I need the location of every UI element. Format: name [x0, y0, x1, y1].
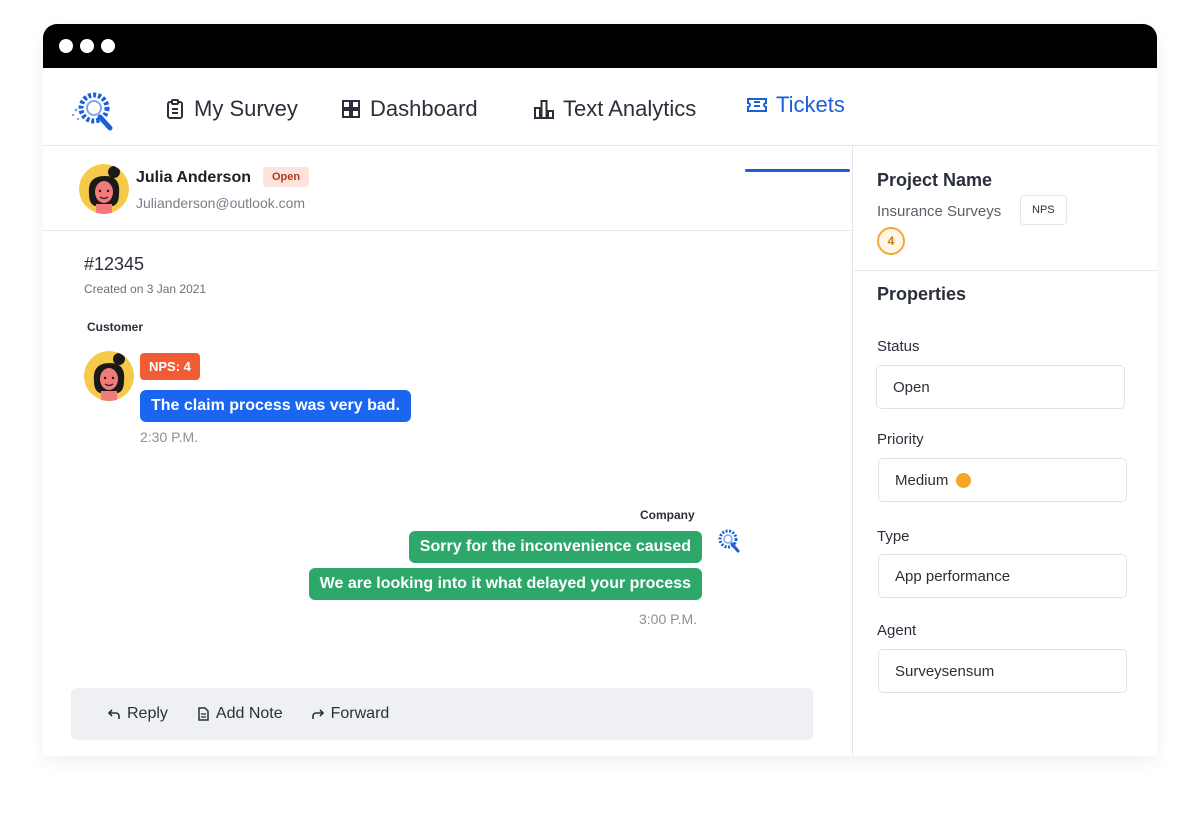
type-label: Type [877, 528, 910, 545]
customer-avatar-icon [79, 164, 129, 214]
reply-button[interactable]: Reply [107, 705, 168, 723]
contact-email: Julianderson@outlook.com [136, 195, 306, 211]
priority-indicator-dot [956, 472, 972, 488]
customer-message: The claim process was very bad. [140, 390, 412, 422]
type-value: App performance [895, 567, 1011, 585]
add-note-button[interactable]: Add Note [196, 705, 283, 723]
nav-dashboard-label: Dashboard [370, 96, 478, 121]
brand-logo-icon[interactable] [70, 88, 118, 132]
contact-header: Julia Anderson Open Julianderson@outlook… [43, 146, 853, 231]
customer-label: Customer [87, 320, 144, 334]
nav-text-analytics[interactable]: Text Analytics [533, 96, 696, 122]
window-control-dot[interactable] [80, 39, 94, 53]
company-logo-icon [718, 529, 740, 553]
priority-field[interactable]: Medium [878, 458, 1127, 502]
ticket-icon [747, 98, 767, 112]
note-icon [198, 707, 209, 721]
contact-name: Julia Anderson [136, 169, 251, 186]
nav-my-survey[interactable]: My Survey [164, 96, 298, 122]
project-name-value: Insurance Surveys [877, 203, 1002, 220]
top-navbar: My Survey Dashboard Text Analytics Ticke… [43, 68, 1157, 172]
agent-label: Agent [877, 622, 917, 639]
ticket-created-date: Created on 3 Jan 2021 [84, 282, 207, 296]
status-label: Status [877, 338, 920, 355]
company-message-time: 3:00 P.M. [639, 611, 698, 627]
window-control-dot[interactable] [59, 39, 73, 53]
bar-chart-icon [534, 100, 554, 119]
nps-score-circle: 4 [877, 227, 905, 255]
reply-toolbar: Reply Add Note Forward [71, 688, 813, 740]
company-message: We are looking into it what delayed your… [308, 568, 702, 600]
tab-tickets-label: Tickets [776, 92, 845, 117]
clipboard-icon [167, 99, 183, 119]
avatar[interactable] [79, 164, 129, 214]
forward-label: Forward [330, 705, 390, 722]
forward-arrow-icon [311, 709, 324, 719]
avatar[interactable] [84, 351, 134, 401]
status-badge: Open [263, 167, 310, 187]
priority-value: Medium [895, 471, 949, 489]
ticket-properties-panel: Project Name Insurance Surveys NPS 4 Pro… [854, 146, 1157, 756]
company-message: Sorry for the inconvenience caused [408, 531, 702, 563]
status-value: Open [893, 378, 930, 396]
window-control-dot[interactable] [101, 39, 115, 53]
priority-label: Priority [877, 431, 924, 448]
reply-label: Reply [127, 705, 168, 722]
window-titlebar [43, 24, 1157, 68]
agent-field[interactable]: Surveysensum [878, 649, 1127, 693]
customer-avatar-icon [84, 351, 134, 401]
tab-tickets[interactable]: Tickets [746, 92, 845, 118]
type-field[interactable]: App performance [878, 554, 1127, 598]
divider [854, 270, 1157, 271]
nps-tag: NPS [1020, 195, 1067, 225]
agent-value: Surveysensum [895, 662, 995, 680]
properties-heading: Properties [877, 284, 967, 304]
customer-message-time: 2:30 P.M. [140, 429, 199, 445]
app-window: My Survey Dashboard Text Analytics Ticke… [43, 24, 1157, 756]
status-field[interactable]: Open [876, 365, 1125, 409]
forward-button[interactable]: Forward [311, 705, 390, 723]
add-note-label: Add Note [215, 705, 283, 722]
nav-my-survey-label: My Survey [194, 96, 298, 121]
grid-icon [342, 100, 360, 118]
nav-text-analytics-label: Text Analytics [563, 96, 697, 121]
project-name-heading: Project Name [877, 170, 993, 190]
company-label: Company [640, 508, 695, 522]
ticket-conversation-panel: Julia Anderson Open Julianderson@outlook… [43, 146, 853, 756]
nps-score-badge: NPS: 4 [140, 353, 200, 380]
ticket-id: #12345 [84, 254, 145, 274]
reply-arrow-icon [107, 709, 120, 719]
nav-dashboard[interactable]: Dashboard [340, 96, 478, 122]
